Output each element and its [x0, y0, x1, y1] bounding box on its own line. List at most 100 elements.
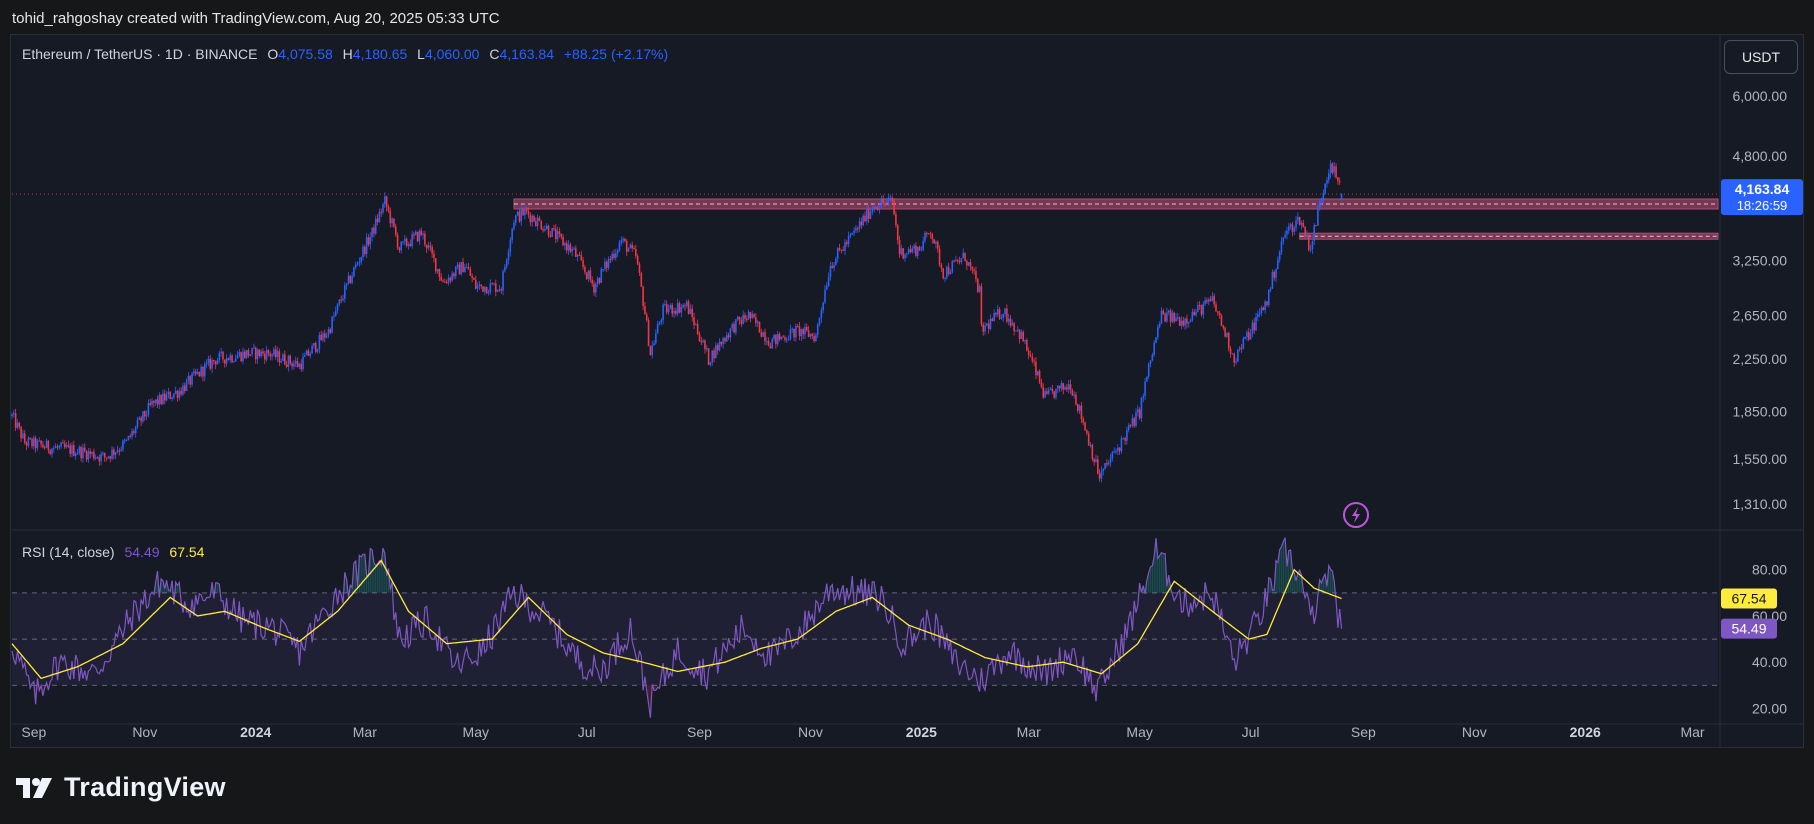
candle-body: [831, 265, 834, 269]
candle-body: [1026, 339, 1028, 351]
candle-body: [322, 333, 324, 341]
candle-body: [454, 266, 457, 277]
candle-body: [207, 358, 210, 363]
candle-body: [713, 350, 715, 359]
candle-body: [876, 207, 879, 210]
candle-body: [1149, 360, 1152, 364]
candle-body: [473, 277, 475, 280]
candle-body: [620, 240, 623, 243]
candle-body: [1327, 173, 1330, 181]
candle-body: [413, 234, 415, 236]
candle-body: [1167, 310, 1170, 313]
candle-body: [211, 359, 213, 369]
candle-body: [73, 445, 75, 456]
candle-body: [835, 258, 837, 265]
candle-body: [875, 206, 877, 208]
candle-body: [1324, 183, 1326, 194]
candle-body: [1280, 241, 1283, 253]
candle-body: [1187, 322, 1190, 324]
candle-body: [607, 258, 610, 268]
candle-body: [791, 328, 794, 330]
candle-body: [347, 275, 350, 284]
zones-layer: [513, 198, 1719, 240]
candle-body: [1055, 388, 1057, 398]
candle-body: [1122, 438, 1125, 440]
candle-body: [391, 218, 393, 224]
candle-body: [273, 349, 275, 355]
candle-body: [340, 299, 342, 301]
candle-body: [762, 332, 764, 337]
candle-body: [89, 451, 92, 454]
candle-body: [29, 438, 31, 440]
candle-body: [1131, 418, 1134, 426]
candle-body: [760, 332, 763, 337]
candle-body: [176, 390, 179, 398]
candle-body: [984, 325, 986, 332]
candle-body: [1311, 240, 1314, 250]
candle-body: [16, 422, 19, 428]
candle-body: [47, 440, 50, 451]
candle-body: [1295, 220, 1297, 228]
candle-body: [605, 261, 608, 268]
candle-body: [556, 231, 559, 240]
price-tick-label: 6,000.00: [1733, 88, 1788, 104]
candle-body: [889, 197, 892, 199]
candle-body: [165, 394, 168, 401]
candle-body: [987, 323, 990, 329]
candle-body: [1333, 166, 1336, 173]
candle-body: [1271, 271, 1274, 289]
candle-body: [42, 444, 44, 448]
candle-body: [304, 355, 306, 357]
tradingview-footer[interactable]: TradingView: [14, 772, 226, 803]
candle-body: [1267, 289, 1270, 305]
candle-body: [953, 261, 955, 263]
candle-body: [745, 318, 748, 320]
candle-body: [134, 427, 137, 434]
candle-body: [678, 303, 681, 313]
candle-body: [673, 310, 675, 314]
candle-body: [844, 242, 846, 251]
candle-body: [1198, 305, 1201, 307]
candle-body: [1173, 312, 1175, 322]
candle-body: [1146, 376, 1148, 382]
candle-body: [425, 244, 428, 249]
candle-body: [491, 283, 493, 285]
candle-body: [447, 277, 450, 283]
candle-body: [1326, 180, 1328, 184]
candle-body: [87, 451, 90, 460]
candle-body: [265, 349, 268, 360]
candle-body: [298, 363, 301, 367]
candle-body: [962, 252, 965, 259]
candle-body: [276, 351, 279, 358]
candle-body: [480, 284, 483, 287]
currency-button[interactable]: USDT: [1724, 40, 1798, 74]
candle-body: [1033, 360, 1035, 362]
candle-body: [733, 323, 735, 333]
candle-body: [998, 309, 1001, 319]
time-tick-label: May: [463, 724, 489, 740]
candle-body: [27, 438, 30, 446]
candle-body: [1069, 384, 1072, 391]
candle-body: [520, 208, 523, 222]
close-value: 4,163.84: [499, 46, 554, 62]
tradingview-brand: TradingView: [64, 772, 226, 802]
candle-body: [236, 355, 239, 359]
candle-body: [1006, 308, 1008, 322]
candle-body: [736, 316, 739, 320]
candle-body: [1140, 397, 1143, 419]
chart-svg[interactable]: 6,000.00 4,800.00 3,250.00 2,650.00 2,250.00…: [0, 0, 1814, 824]
alert-icon[interactable]: [1343, 502, 1369, 528]
symbol-name: Ethereum / TetherUS · 1D · BINANCE: [22, 46, 258, 62]
price-tick-label: 3,250.00: [1733, 253, 1788, 269]
candle-body: [69, 445, 72, 454]
candle-body: [1238, 347, 1241, 350]
candle-body: [285, 364, 288, 367]
candle-body: [396, 234, 399, 248]
candle-body: [200, 366, 202, 377]
candle-body: [684, 305, 686, 307]
candle-body: [664, 304, 666, 306]
candle-body: [1282, 237, 1285, 242]
candle-body: [665, 304, 668, 313]
time-tick-label: Sep: [687, 724, 712, 740]
candle-body: [1129, 425, 1132, 427]
